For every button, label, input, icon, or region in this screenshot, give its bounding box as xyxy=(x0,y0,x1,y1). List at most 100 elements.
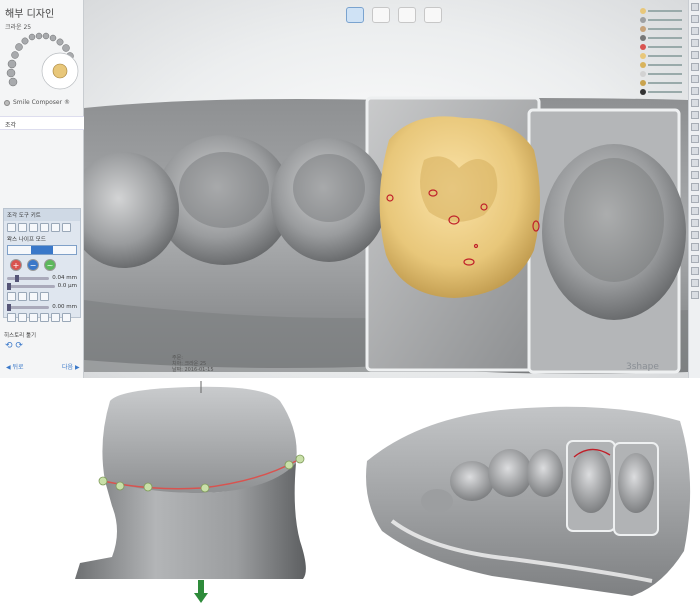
mode-selector[interactable] xyxy=(7,245,77,255)
shape-button[interactable] xyxy=(40,292,49,301)
tool-icon[interactable] xyxy=(691,27,699,35)
tool-icon[interactable] xyxy=(691,207,699,215)
tool-icon[interactable] xyxy=(691,123,699,131)
size-slider[interactable] xyxy=(7,274,50,282)
dental-arch-icon[interactable] xyxy=(5,32,79,90)
offset-slider-row: 0.00 mm xyxy=(4,303,80,311)
jaw-view-icon[interactable] xyxy=(398,7,416,23)
transparency-slider[interactable] xyxy=(648,36,682,39)
add-icon[interactable]: + xyxy=(10,259,22,271)
transparency-slider[interactable] xyxy=(648,90,682,93)
tool-icon[interactable] xyxy=(691,39,699,47)
scan-swatch xyxy=(640,34,646,41)
sculpt-toolkit: 조각 도구 키트 왁스 나이프 모드 + − ~ 0.04 mm 0.0 µm … xyxy=(3,208,81,322)
subtract-icon[interactable]: − xyxy=(27,259,39,271)
tool-icon[interactable] xyxy=(691,171,699,179)
size-value: 0.04 mm xyxy=(52,275,77,281)
model-view-icon[interactable] xyxy=(372,7,390,23)
tool-icon[interactable] xyxy=(691,75,699,83)
more-tab[interactable] xyxy=(62,223,71,232)
crown-swatch xyxy=(640,52,646,59)
transparency-slider[interactable] xyxy=(648,45,682,48)
transparency-slider[interactable] xyxy=(648,54,682,57)
smooth-icon[interactable]: ~ xyxy=(44,259,56,271)
crown-swatch xyxy=(640,79,646,86)
preset-button[interactable] xyxy=(51,313,60,322)
tool-icon[interactable] xyxy=(691,159,699,167)
tooth-view-icon[interactable] xyxy=(346,7,364,23)
transparency-slider[interactable] xyxy=(648,18,682,21)
case-info: 주문: 치아: 크라운 25 날짜: 2016-01-15 xyxy=(172,355,214,373)
gingiva-swatch xyxy=(640,70,646,77)
tool-icon[interactable] xyxy=(691,111,699,119)
tool-icon[interactable] xyxy=(691,231,699,239)
die-render xyxy=(75,381,306,603)
shape-button[interactable] xyxy=(7,292,16,301)
shape-button[interactable] xyxy=(29,292,38,301)
mode-label: 왁스 나이프 모드 xyxy=(7,237,46,243)
tool-icon[interactable] xyxy=(691,51,699,59)
offset-slider[interactable] xyxy=(7,303,50,311)
tool-icon[interactable] xyxy=(691,255,699,263)
preset-buttons xyxy=(4,311,80,324)
transparency-slider[interactable] xyxy=(648,81,682,84)
right-toolbar xyxy=(688,0,700,378)
sculpt-step[interactable]: 조각 xyxy=(0,116,84,130)
strength-slider-row: 0.0 µm xyxy=(4,282,80,290)
smile-composer-icon xyxy=(4,99,10,106)
back-label: 뒤로 xyxy=(12,364,24,371)
cad-application-window: 주문: 치아: 크라운 25 날짜: 2016-01-15 3shape 해부 … xyxy=(0,0,700,378)
die-preparation xyxy=(102,386,297,493)
margin-swatch xyxy=(640,43,646,50)
tool-icon[interactable] xyxy=(691,279,699,287)
tool-icon[interactable] xyxy=(691,291,699,299)
preset-button[interactable] xyxy=(40,313,49,322)
tool-icon[interactable] xyxy=(691,99,699,107)
tool-icon[interactable] xyxy=(691,219,699,227)
crown-swatch xyxy=(640,7,646,14)
wax-knife-tab[interactable] xyxy=(7,223,16,232)
model-swatch xyxy=(640,16,646,23)
wax-tools: + − ~ xyxy=(4,256,80,274)
tool-icon[interactable] xyxy=(691,15,699,23)
shape-button[interactable] xyxy=(18,292,27,301)
strength-slider[interactable] xyxy=(7,282,55,290)
preset-button[interactable] xyxy=(62,313,71,322)
preset-button[interactable] xyxy=(18,313,27,322)
transparency-slider[interactable] xyxy=(648,27,682,30)
morph-tab[interactable] xyxy=(18,223,27,232)
toolkit-header: 조각 도구 키트 xyxy=(4,209,80,221)
tool-icon[interactable] xyxy=(691,267,699,275)
smile-composer-label: Smile Composer ® xyxy=(13,99,70,106)
back-button[interactable]: ◀ 뒤로 xyxy=(6,362,24,371)
smile-composer-row[interactable]: Smile Composer ® xyxy=(4,99,70,106)
preset-button[interactable] xyxy=(29,313,38,322)
tool-icon[interactable] xyxy=(691,63,699,71)
3d-viewport[interactable]: 주문: 치아: 크라운 25 날짜: 2016-01-15 xyxy=(69,0,688,378)
offset-value: 0.00 mm xyxy=(52,304,77,310)
tool-icon[interactable] xyxy=(691,195,699,203)
history-label[interactable]: 히스토리 툴기 xyxy=(4,331,36,339)
preset-button[interactable] xyxy=(7,313,16,322)
anatomy-tab[interactable] xyxy=(40,223,49,232)
panel-title: 해부 디자인 xyxy=(5,9,55,20)
transparency-slider[interactable] xyxy=(648,72,682,75)
cutback-tab[interactable] xyxy=(51,223,60,232)
tool-icon[interactable] xyxy=(691,3,699,11)
next-button[interactable]: 다음 ▶ xyxy=(62,362,80,371)
transparency-slider[interactable] xyxy=(648,9,682,12)
fullscreen-view-icon[interactable] xyxy=(424,7,442,23)
transparency-slider[interactable] xyxy=(648,63,682,66)
prepared-die xyxy=(571,449,611,513)
tool-icon[interactable] xyxy=(691,135,699,143)
tool-icon[interactable] xyxy=(691,243,699,251)
info-line: 날짜: 2016-01-15 xyxy=(172,367,214,373)
view-toolbar xyxy=(346,7,442,23)
tool-icon[interactable] xyxy=(691,87,699,95)
smooth-tab[interactable] xyxy=(29,223,38,232)
next-label: 다음 xyxy=(62,364,74,371)
tool-icon[interactable] xyxy=(691,183,699,191)
tool-icon[interactable] xyxy=(691,147,699,155)
undo-redo[interactable]: ⟲ ⟳ xyxy=(5,341,23,351)
die-margin-view xyxy=(0,381,338,608)
